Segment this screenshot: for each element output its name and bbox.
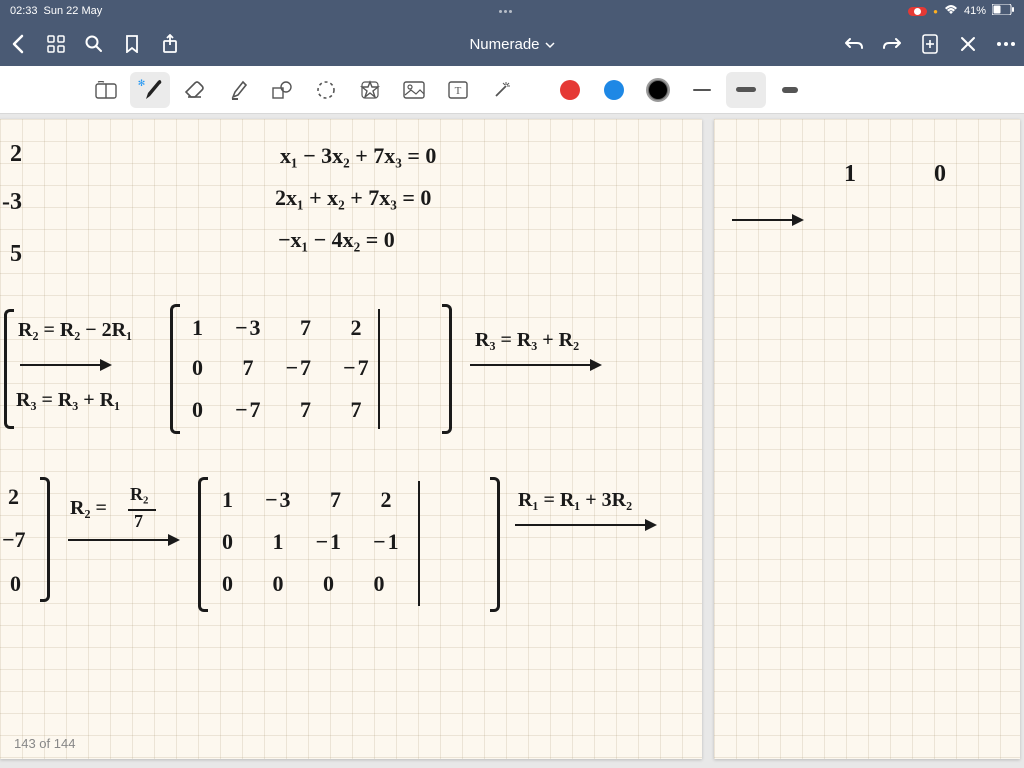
- ink-matrix-row: 0 0 0 0: [222, 571, 387, 597]
- ink-rowop: R₃ = R₃ + R₁: [16, 389, 120, 412]
- share-icon[interactable]: [160, 34, 180, 54]
- arrow: [470, 364, 600, 366]
- clock: 02:33: [10, 5, 38, 17]
- ink-rowop: 7: [134, 511, 143, 532]
- ink-equation-1: x₁ − 3x₂ + 7x₃ = 0: [280, 143, 436, 169]
- chevron-down-icon: [545, 36, 555, 53]
- drawing-toolbar: ✻ T: [0, 66, 1024, 114]
- ink: 0: [10, 571, 21, 597]
- screen-recording-indicator[interactable]: [908, 7, 927, 16]
- add-page-button[interactable]: [920, 34, 940, 54]
- document-title-dropdown[interactable]: Numerade: [180, 36, 844, 53]
- ink-rowop: R₃ = R₃ + R₂: [475, 329, 579, 352]
- ink-equation-3: −x₁ − 4x₂ = 0: [278, 227, 395, 253]
- ink: -3: [2, 189, 22, 216]
- bracket: [170, 304, 180, 434]
- battery-icon: [992, 4, 1014, 18]
- eraser-tool[interactable]: [174, 72, 214, 108]
- matrix-divider: [378, 309, 380, 429]
- canvas-area[interactable]: 2 -3 5 x₁ − 3x₂ + 7x₃ = 0 2x₁ + x₂ + 7x₃…: [0, 114, 1024, 768]
- grid-icon[interactable]: [46, 34, 66, 54]
- close-icon[interactable]: [958, 34, 978, 54]
- svg-text:T: T: [455, 85, 462, 97]
- text-tool[interactable]: T: [438, 72, 478, 108]
- arrow: [732, 219, 802, 221]
- arrow: [20, 364, 110, 366]
- location-indicator: ●: [933, 7, 938, 16]
- ink-rowop: R₁ = R₁ + 3R₂: [518, 489, 632, 512]
- bracket: [198, 477, 208, 612]
- ink: 2: [8, 484, 19, 510]
- pen-tool[interactable]: ✻: [130, 72, 170, 108]
- ink: 1 0 4: [844, 161, 1024, 188]
- ink-matrix-row: 1 −3 7 2: [222, 487, 394, 513]
- color-black[interactable]: [638, 72, 678, 108]
- page-left[interactable]: 2 -3 5 x₁ − 3x₂ + 7x₃ = 0 2x₁ + x₂ + 7x₃…: [0, 119, 702, 759]
- shapes-tool[interactable]: [262, 72, 302, 108]
- redo-button[interactable]: [882, 34, 902, 54]
- date: Sun 22 May: [44, 5, 103, 17]
- bracket: [4, 309, 14, 429]
- stroke-medium[interactable]: [726, 72, 766, 108]
- image-tool[interactable]: [394, 72, 434, 108]
- bracket: [490, 477, 500, 612]
- undo-button[interactable]: [844, 34, 864, 54]
- search-icon[interactable]: [84, 34, 104, 54]
- wifi-icon: [944, 5, 958, 18]
- page-counter: 143 of 144: [14, 736, 75, 751]
- ink-matrix-row: 0 7 −7 −7: [192, 355, 371, 381]
- matrix-divider: [418, 481, 420, 606]
- highlighter-tool[interactable]: [218, 72, 258, 108]
- nav-bar: Numerade: [0, 22, 1024, 66]
- lasso-tool[interactable]: [306, 72, 346, 108]
- read-mode-tool[interactable]: [86, 72, 126, 108]
- bracket: [40, 477, 50, 602]
- multitask-handle[interactable]: [490, 10, 520, 13]
- arrow: [68, 539, 178, 541]
- ink-rowop: R₂ =: [70, 497, 107, 520]
- bookmark-icon[interactable]: [122, 34, 142, 54]
- stroke-thin[interactable]: [682, 72, 722, 108]
- ink: −7: [2, 527, 26, 553]
- color-blue[interactable]: [594, 72, 634, 108]
- ink-equation-2: 2x₁ + x₂ + 7x₃ = 0: [275, 185, 431, 211]
- bracket: [442, 304, 452, 434]
- bluetooth-icon: ✻: [138, 78, 146, 89]
- more-icon[interactable]: [996, 34, 1016, 54]
- battery-percent: 41%: [964, 5, 986, 17]
- status-bar: 02:33 Sun 22 May ● 41%: [0, 0, 1024, 22]
- color-red[interactable]: [550, 72, 590, 108]
- document-title: Numerade: [469, 36, 539, 53]
- ink-matrix-row: 0 1 −1 −1: [222, 529, 401, 555]
- ink-rowop: R₂: [130, 484, 148, 505]
- ink: 2: [10, 141, 22, 168]
- ink-matrix-row: 0 −7 7 7: [192, 397, 364, 423]
- sticker-tool[interactable]: [350, 72, 390, 108]
- arrow: [515, 524, 655, 526]
- back-button[interactable]: [8, 34, 28, 54]
- laser-tool[interactable]: [482, 72, 522, 108]
- ink-matrix-row: 1 −3 7 2: [192, 315, 364, 341]
- ink-rowop: R₂ = R₂ − 2R₁: [18, 319, 132, 342]
- ink: 5: [10, 241, 22, 268]
- page-right[interactable]: 1 0 4: [714, 119, 1020, 759]
- stroke-thick[interactable]: [770, 72, 810, 108]
